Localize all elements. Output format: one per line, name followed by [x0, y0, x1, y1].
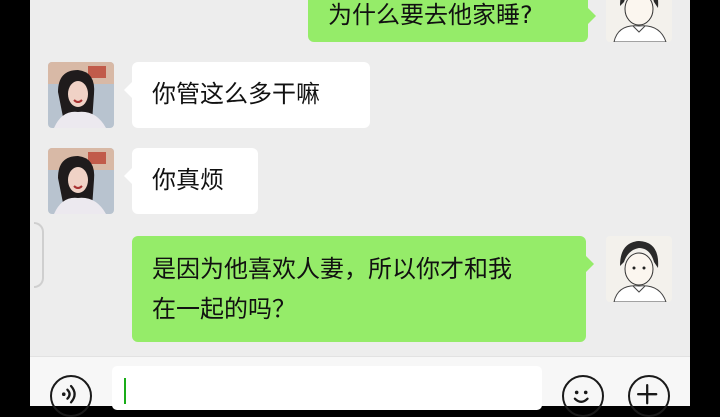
message-input[interactable]	[112, 366, 542, 410]
my-avatar[interactable]	[606, 236, 672, 302]
plus-icon[interactable]	[628, 375, 670, 417]
chat-screen: 为什么要去他家睡? 你管这么多干嘛 你真烦 是因为他喜欢人妻，所以你才和我 在一…	[30, 0, 690, 405]
contact-avatar[interactable]	[48, 148, 114, 214]
message-bubble-received[interactable]: 你管这么多干嘛	[124, 62, 370, 128]
my-avatar[interactable]	[606, 0, 672, 42]
contact-avatar[interactable]	[48, 62, 114, 128]
message-text-line: 是因为他喜欢人妻，所以你才和我	[152, 255, 512, 283]
text-caret	[124, 378, 126, 404]
voice-icon[interactable]	[50, 375, 92, 417]
right-letterbox	[690, 0, 720, 405]
message-text-line: 在一起的吗？	[152, 295, 296, 323]
message-bubble-sent[interactable]: 是因为他喜欢人妻，所以你才和我 在一起的吗？	[132, 236, 594, 342]
left-letterbox	[0, 0, 30, 405]
message-bubble-received[interactable]: 你真烦	[124, 148, 258, 214]
message-text: 你管这么多干嘛	[152, 80, 320, 108]
message-input-bar	[30, 356, 690, 417]
message-text: 为什么要去他家睡?	[328, 1, 533, 29]
emoji-icon[interactable]	[562, 375, 604, 417]
scroll-edge-indicator	[34, 222, 44, 288]
message-bubble-sent[interactable]: 为什么要去他家睡?	[308, 0, 596, 42]
message-text: 你真烦	[152, 166, 224, 194]
